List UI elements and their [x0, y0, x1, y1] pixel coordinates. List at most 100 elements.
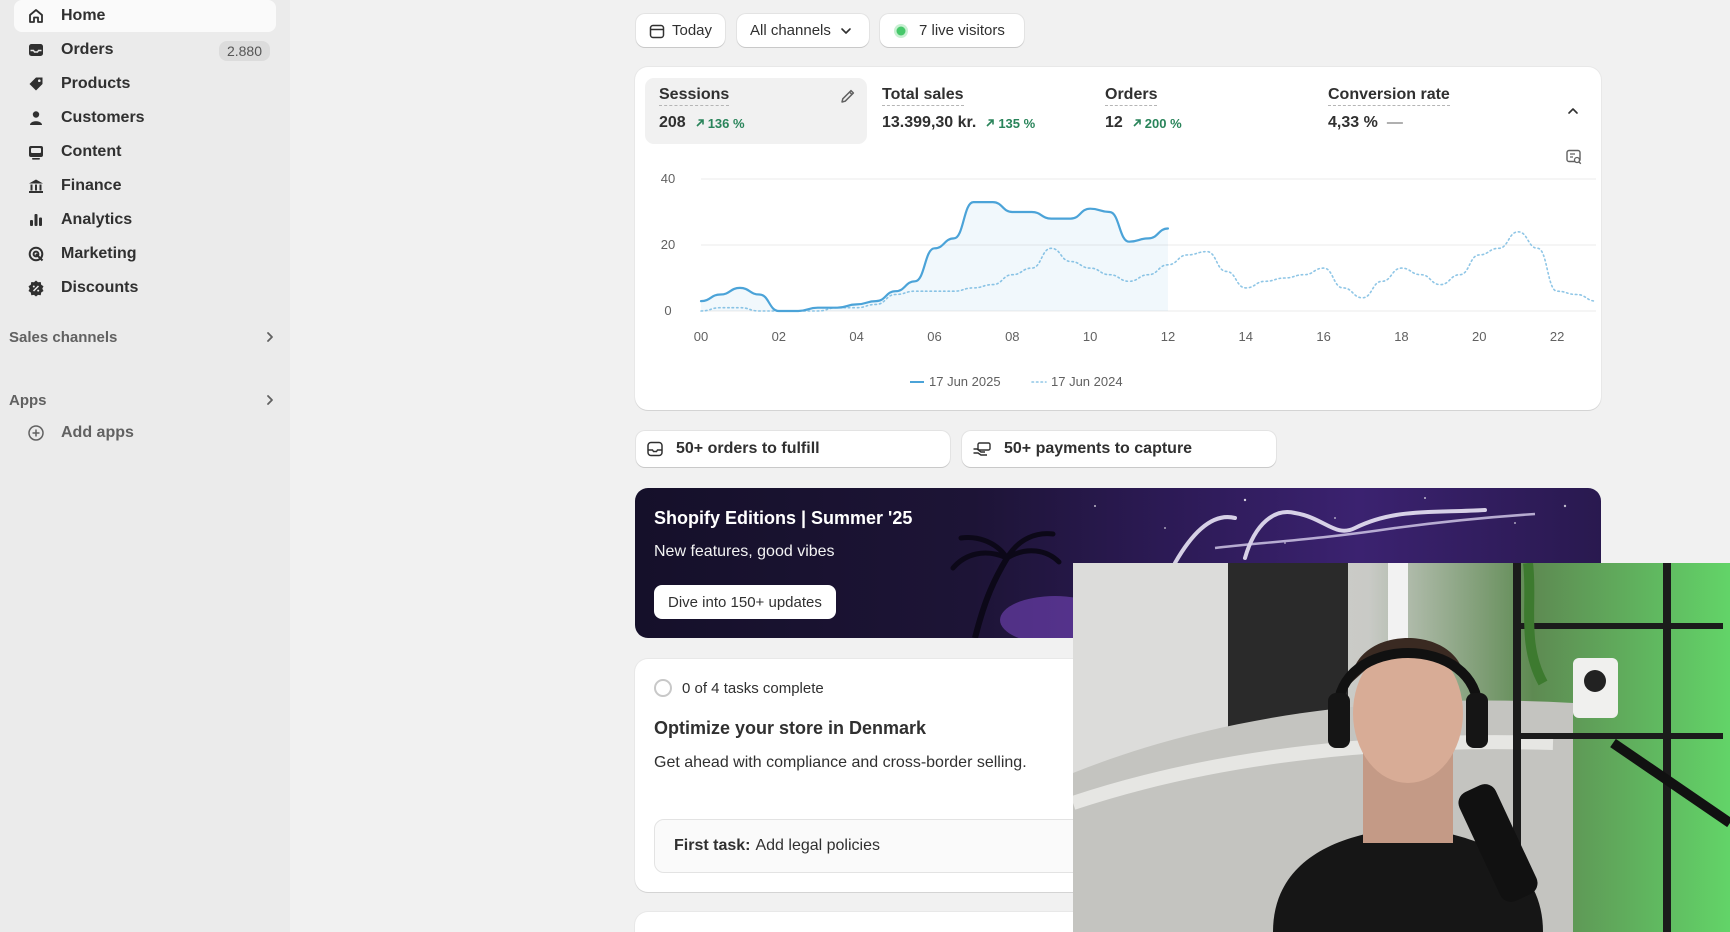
bar-chart-icon	[26, 210, 46, 230]
sidebar-item-customers[interactable]: Customers	[14, 102, 276, 134]
discount-icon	[26, 278, 46, 298]
metric-title: Orders	[1105, 86, 1158, 106]
webcam-overlay	[1073, 563, 1730, 932]
metric-sessions[interactable]: Sessions 208 136 %	[645, 78, 867, 144]
live-visitors-label: 7 live visitors	[919, 22, 1005, 39]
arrow-up-right-icon	[695, 116, 705, 131]
add-apps-label: Add apps	[61, 424, 134, 441]
chevron-right-icon	[261, 328, 279, 346]
legend-label-2025: 17 Jun 2025	[929, 374, 1001, 389]
metric-title: Conversion rate	[1328, 86, 1450, 106]
add-apps-button[interactable]: Add apps	[14, 417, 276, 449]
metric-value: 13.399,30 kr.	[882, 114, 977, 131]
sidebar-item-label: Customers	[61, 109, 145, 126]
legend-label-2024: 17 Jun 2024	[1051, 374, 1123, 389]
apps-section[interactable]: Apps	[9, 388, 279, 412]
channels-filter-label: All channels	[750, 22, 831, 39]
metric-delta: 135 %	[985, 116, 1035, 131]
live-visitors-button[interactable]: 7 live visitors	[880, 14, 1024, 47]
sidebar-item-analytics[interactable]: Analytics	[14, 204, 276, 236]
metric-title: Sessions	[659, 86, 730, 106]
tasks-progress-label: 0 of 4 tasks complete	[682, 679, 824, 697]
sidebar-item-home[interactable]: Home	[14, 0, 276, 32]
orders-to-fulfill-label: 50+ orders to fulfill	[676, 440, 820, 457]
cash-hand-icon	[972, 440, 992, 458]
y-tick-label: 40	[661, 171, 675, 186]
arrow-up-right-icon	[1132, 116, 1142, 131]
sidebar-item-label: Finance	[61, 177, 122, 194]
metric-delta: 136 %	[695, 116, 745, 131]
progress-circle-icon	[654, 679, 672, 697]
first-task-prefix: First task:	[674, 837, 751, 854]
y-tick-label: 20	[661, 237, 675, 252]
payments-to-capture-label: 50+ payments to capture	[1004, 440, 1193, 457]
x-tick-label: 18	[1394, 329, 1408, 344]
sidebar-item-marketing[interactable]: Marketing	[14, 238, 276, 270]
sidebar-item-orders[interactable]: Orders 2.880	[14, 34, 276, 66]
sidebar-item-label: Analytics	[61, 211, 133, 228]
tasks-progress: 0 of 4 tasks complete	[654, 679, 824, 697]
metric-total-sales[interactable]: Total sales 13.399,30 kr. 135 %	[868, 78, 1090, 144]
chevron-down-icon	[839, 24, 853, 38]
x-tick-label: 00	[694, 329, 708, 344]
sidebar-item-discounts[interactable]: Discounts	[14, 272, 276, 304]
x-tick-label: 06	[927, 329, 941, 344]
apps-label: Apps	[9, 391, 47, 409]
sidebar-item-finance[interactable]: Finance	[14, 170, 276, 202]
banner-title: Shopify Editions | Summer '25	[654, 508, 913, 528]
banner-subtitle: New features, good vibes	[654, 543, 835, 560]
sidebar: Home Orders 2.880 Products Customers Con…	[0, 0, 290, 932]
metric-title: Total sales	[882, 86, 964, 106]
sales-channels-label: Sales channels	[9, 328, 118, 346]
x-tick-label: 14	[1239, 329, 1253, 344]
tag-icon	[26, 74, 46, 94]
metric-delta-value: —	[1386, 114, 1403, 131]
webcam-video	[1073, 563, 1730, 932]
orders-count-badge: 2.880	[218, 41, 270, 61]
inbox-icon	[26, 40, 46, 60]
date-filter-label: Today	[672, 22, 713, 39]
y-tick-label: 0	[664, 303, 671, 318]
metric-delta: 200 %	[1132, 116, 1182, 131]
metric-value: 12	[1105, 114, 1123, 131]
x-tick-label: 22	[1550, 329, 1564, 344]
sidebar-item-content[interactable]: Content	[14, 136, 276, 168]
sidebar-item-label: Content	[61, 143, 122, 160]
metric-delta-value: 135 %	[998, 115, 1036, 131]
pencil-icon[interactable]	[839, 87, 857, 110]
x-tick-label: 02	[772, 329, 786, 344]
metric-delta-value: 200 %	[1144, 115, 1182, 131]
banner-updates-button[interactable]: Dive into 150+ updates	[654, 585, 836, 619]
metric-value: 4,33 %	[1328, 114, 1378, 131]
chevron-right-icon	[261, 391, 279, 409]
inbox-outline-icon	[646, 440, 664, 458]
person-icon	[26, 108, 46, 128]
metric-conversion-rate[interactable]: Conversion rate 4,33 % —	[1314, 78, 1536, 144]
bank-icon	[26, 176, 46, 196]
orders-to-fulfill-button[interactable]: 50+ orders to fulfill	[636, 431, 950, 467]
channels-filter-dropdown[interactable]: All channels	[737, 14, 869, 47]
tasks-title: Optimize your store in Denmark	[654, 718, 927, 738]
sidebar-item-label: Products	[61, 75, 131, 92]
x-tick-label: 10	[1083, 329, 1097, 344]
series-area-2025	[701, 202, 1168, 311]
x-tick-label: 08	[1005, 329, 1019, 344]
x-tick-label: 04	[849, 329, 863, 344]
sidebar-item-label: Marketing	[61, 245, 137, 262]
payments-to-capture-button[interactable]: 50+ payments to capture	[962, 431, 1276, 467]
arrow-up-right-icon	[985, 116, 995, 131]
sidebar-item-label: Home	[61, 7, 106, 24]
sessions-chart: 0 20 40 00 02 04 06 08 10 12 14 16 18 20 22 17 Jun 2025…	[661, 171, 1597, 389]
date-filter-button[interactable]: Today	[636, 14, 725, 47]
plus-circle-icon	[26, 423, 46, 443]
sales-channels-section[interactable]: Sales channels	[9, 325, 279, 349]
target-icon	[26, 244, 46, 264]
metric-orders[interactable]: Orders 12 200 %	[1091, 78, 1313, 144]
metric-delta-value: 136 %	[707, 115, 745, 131]
sidebar-item-products[interactable]: Products	[14, 68, 276, 100]
live-status-dot-icon	[893, 23, 909, 39]
x-tick-label: 20	[1472, 329, 1486, 344]
collapse-chevron-up-icon[interactable]	[1564, 102, 1582, 125]
sidebar-item-label: Discounts	[61, 279, 139, 296]
sidebar-item-label: Orders	[61, 41, 114, 58]
